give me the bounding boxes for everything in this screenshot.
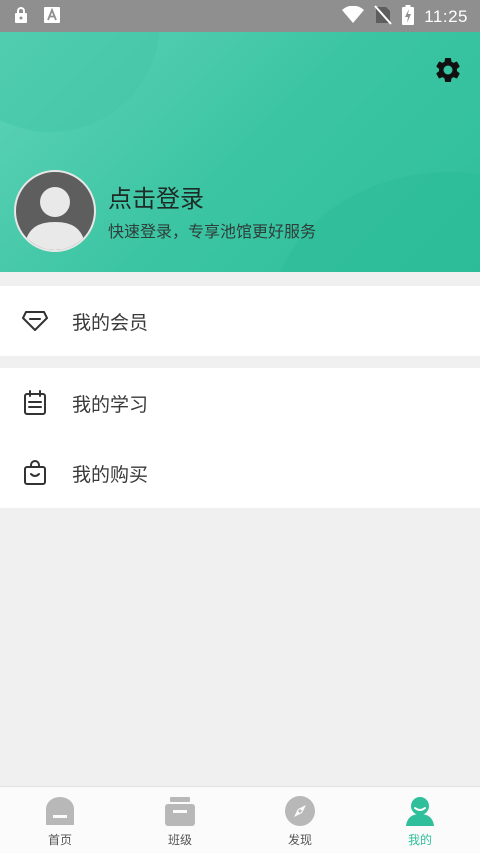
menu-item-study[interactable]: 我的学习 [0,368,480,438]
login-subtitle: 快速登录，专享池馆更好服务 [108,222,317,241]
avatar[interactable] [14,170,96,252]
keyboard-icon [44,7,60,27]
tab-label: 班级 [167,833,192,847]
tab-discover[interactable]: 发现 [240,787,360,853]
menu-item-purchase[interactable]: 我的购买 [0,438,480,508]
default-avatar-icon [24,187,86,250]
settings-button[interactable] [432,54,464,86]
orders-section: 我的学习 我的购买 [0,368,480,508]
decorative-circle [0,32,160,132]
tab-label: 我的 [407,833,432,847]
status-bar: 11:25 [0,0,480,32]
status-time: 11:25 [424,7,468,26]
wifi-icon [342,5,365,28]
calendar-icon [22,390,48,416]
menu-item-label: 我的购买 [72,463,149,486]
lock-icon [14,7,28,27]
menu-item-label: 我的学习 [72,393,149,416]
no-sim-icon [374,5,392,29]
menu-item-membership[interactable]: 我的会员 [0,286,480,356]
class-icon [164,795,196,827]
home-icon [44,795,76,827]
login-title[interactable]: 点击登录 [108,179,204,214]
profile-header: 点击登录 快速登录，专享池馆更好服务 [0,32,480,272]
diamond-icon [22,308,48,334]
shopping-bag-icon [22,460,48,486]
tab-home[interactable]: 首页 [0,787,120,853]
gear-icon [436,57,460,82]
tab-class[interactable]: 班级 [120,787,240,853]
tab-mine[interactable]: 我的 [360,787,480,853]
bottom-tab-bar: 首页 班级 发现 我的 [0,786,480,853]
user-icon [404,795,436,827]
menu-item-label: 我的会员 [72,311,149,334]
tab-label: 发现 [287,833,312,847]
compass-icon [284,795,316,827]
tab-label: 首页 [47,833,72,847]
membership-section: 我的会员 [0,286,480,356]
battery-charging-icon [402,5,415,29]
